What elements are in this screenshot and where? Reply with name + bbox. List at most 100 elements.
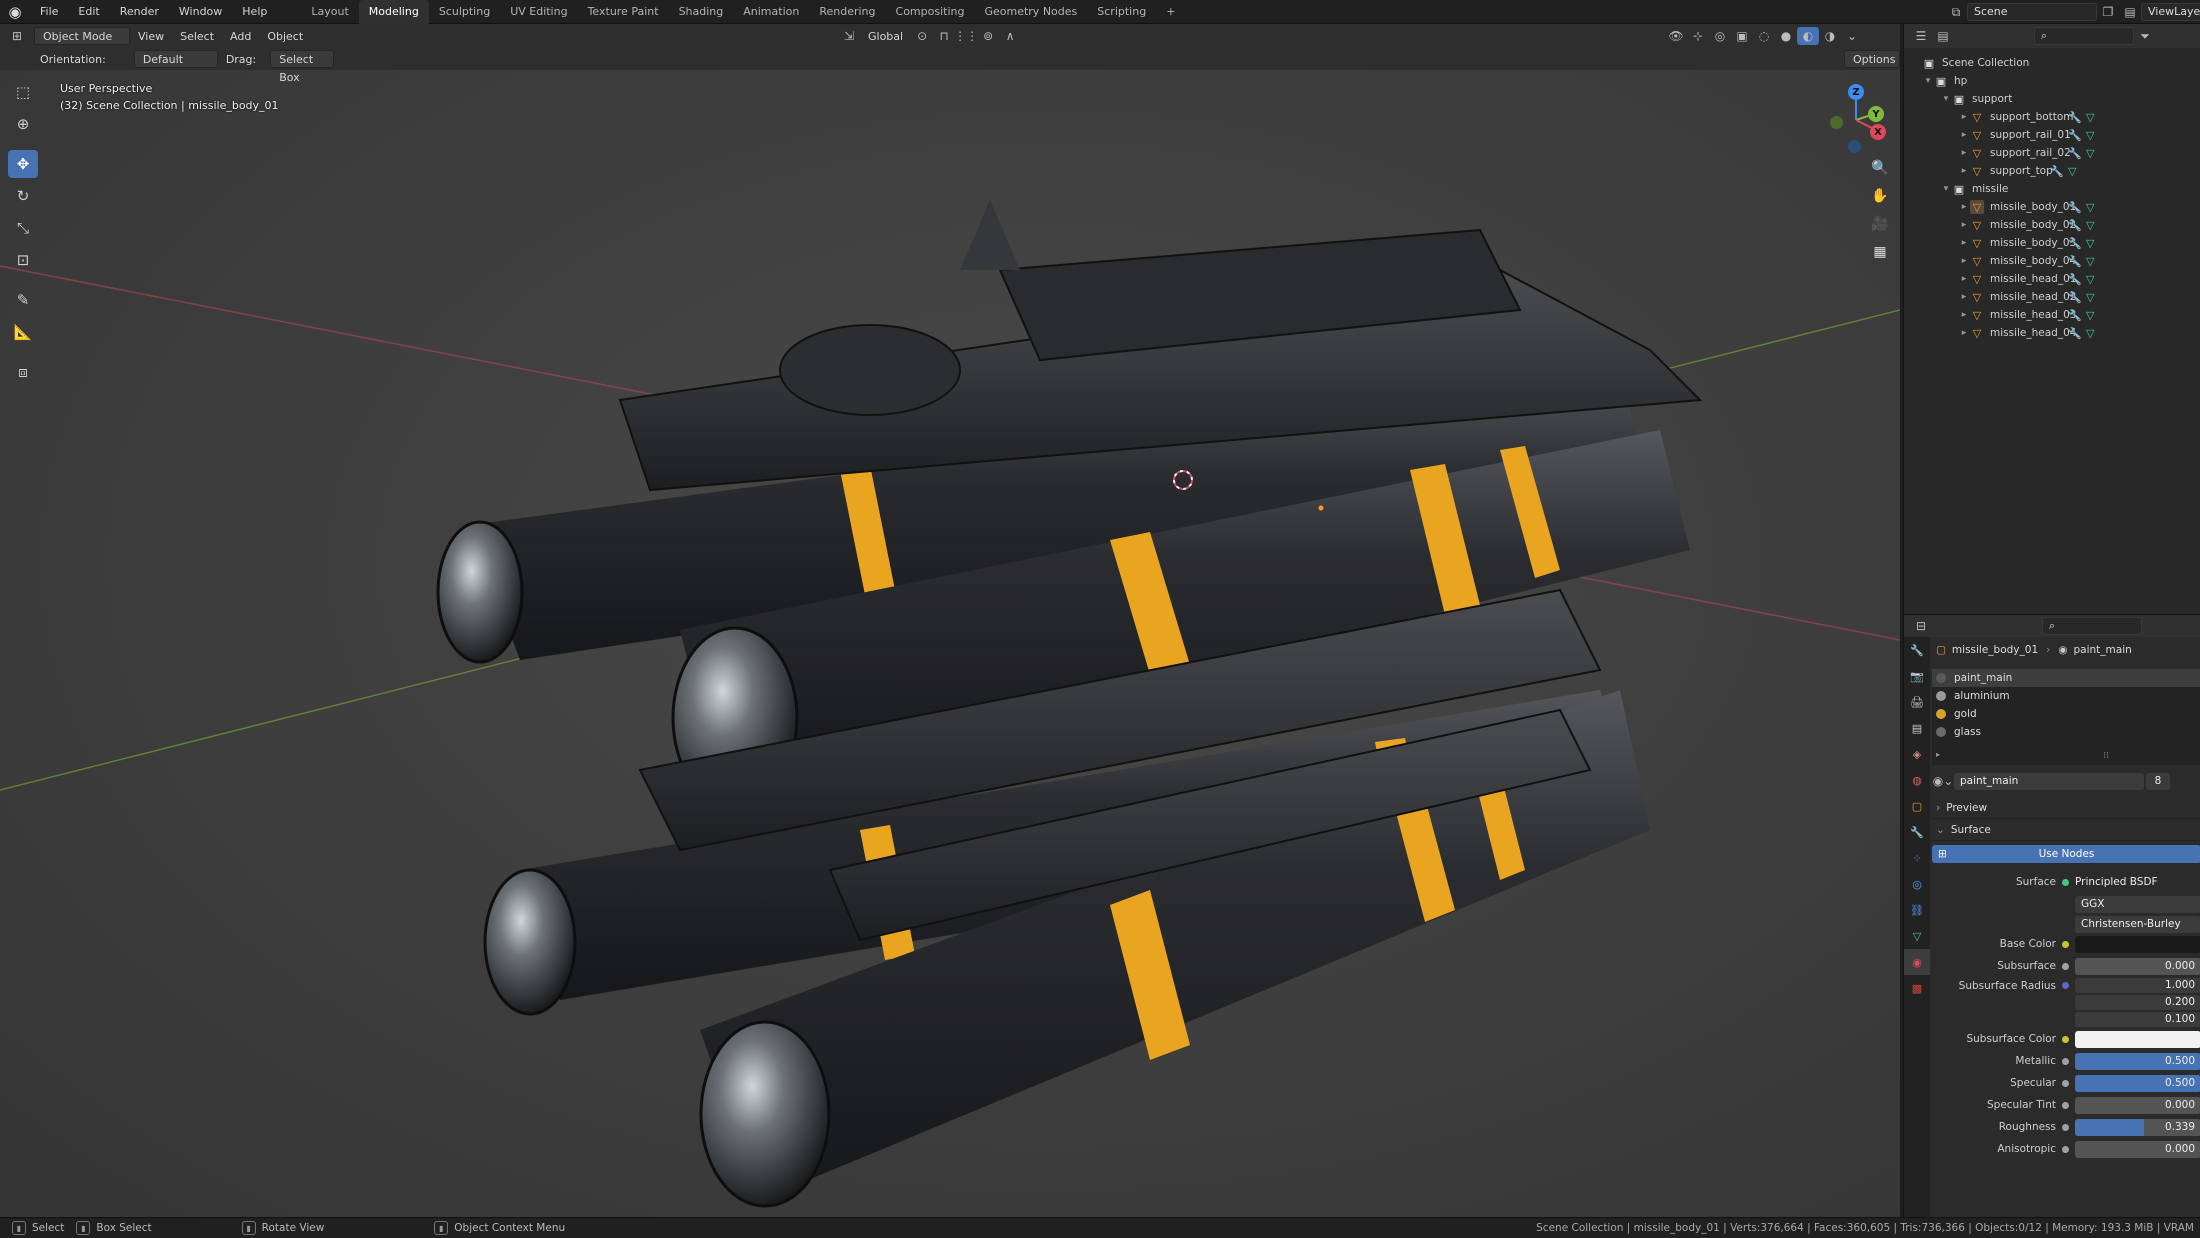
- modifier-icon[interactable]: 🔧: [2068, 147, 2082, 160]
- expand-right-icon[interactable]: ▸: [1958, 220, 1970, 230]
- param-value-field[interactable]: 1.000: [2075, 978, 2200, 993]
- mesh-data-icon[interactable]: ▽: [2086, 273, 2094, 286]
- outliner-row[interactable]: ▸ ▽ missile_head_04 🔧 ▽: [1904, 324, 2200, 342]
- properties-editor-icon[interactable]: ⊟: [1910, 617, 1932, 635]
- mesh-data-icon[interactable]: ▽: [2086, 327, 2094, 340]
- socket-icon[interactable]: [2062, 1016, 2069, 1023]
- modifier-icon[interactable]: 🔧: [2068, 237, 2082, 250]
- blender-logo-icon[interactable]: ◉: [0, 0, 30, 24]
- visibility-icon[interactable]: 👁: [1665, 27, 1687, 45]
- pivot-point-icon[interactable]: ⊙: [911, 27, 933, 45]
- socket-icon[interactable]: [2062, 962, 2069, 970]
- modifier-tab-icon[interactable]: 🔧: [1904, 819, 1930, 845]
- param-value-field[interactable]: 0.000: [2075, 957, 2200, 975]
- transform-space-selector[interactable]: Global: [860, 30, 911, 43]
- mesh-data-icon[interactable]: ▽: [2086, 291, 2094, 304]
- socket-icon[interactable]: [2062, 1123, 2069, 1131]
- shading-wireframe-icon[interactable]: ◌: [1753, 27, 1775, 45]
- shading-material-icon[interactable]: ◐: [1797, 27, 1819, 45]
- tab-modeling[interactable]: Modeling: [358, 0, 429, 24]
- param-value-field[interactable]: 0.100: [2075, 1012, 2200, 1027]
- gizmo-y-axis[interactable]: Y: [1868, 106, 1884, 122]
- display-mode-icon[interactable]: ▤: [1932, 27, 1954, 45]
- expand-right-icon[interactable]: ▸: [1958, 292, 1970, 302]
- expand-icon[interactable]: ▸: [1936, 750, 1940, 759]
- socket-icon[interactable]: [2062, 1145, 2069, 1153]
- object-tab-icon[interactable]: ▢: [1904, 793, 1930, 819]
- subsurface-method-dropdown[interactable]: Christensen-Burley: [2075, 915, 2200, 933]
- modifier-icon[interactable]: 🔧: [2068, 291, 2082, 304]
- annotate-tool-icon[interactable]: ✎: [8, 286, 38, 314]
- modifier-icon[interactable]: 🔧: [2068, 219, 2082, 232]
- outliner-editor-icon[interactable]: ☰: [1910, 27, 1932, 45]
- texture-tab-icon[interactable]: ▩: [1904, 975, 1930, 1001]
- add-workspace-button[interactable]: +: [1156, 0, 1185, 24]
- outliner-row[interactable]: ▸ ▽ support_rail_01 🔧 ▽: [1904, 126, 2200, 144]
- tab-texture-paint[interactable]: Texture Paint: [578, 0, 669, 24]
- param-value-field[interactable]: [2075, 1030, 2200, 1048]
- shading-rendered-icon[interactable]: ◑: [1819, 27, 1841, 45]
- modifier-icon[interactable]: 🔧: [2068, 327, 2082, 340]
- outliner-row[interactable]: ▾ ▣ hp: [1904, 72, 2200, 90]
- socket-icon[interactable]: [2062, 982, 2069, 989]
- material-tab-icon[interactable]: ◉: [1904, 949, 1930, 975]
- zoom-icon[interactable]: 🔍: [1866, 154, 1894, 182]
- outliner-search-input[interactable]: ⌕: [2034, 27, 2134, 45]
- modifier-icon[interactable]: 🔧: [2068, 201, 2082, 214]
- physics-tab-icon[interactable]: ◎: [1904, 871, 1930, 897]
- outliner-row[interactable]: ▸ ▽ missile_body_02 🔧 ▽: [1904, 216, 2200, 234]
- select-box-tool-icon[interactable]: ⬚: [8, 78, 38, 106]
- tool-tab-icon[interactable]: 🔧: [1904, 637, 1930, 663]
- material-slot[interactable]: aluminium: [1932, 687, 2200, 705]
- scene-tab-icon[interactable]: ◈: [1904, 741, 1930, 767]
- outliner-row[interactable]: ▸ ▽ support_top 🔧 ▽: [1904, 162, 2200, 180]
- socket-icon[interactable]: [2062, 999, 2069, 1006]
- 3d-viewport[interactable]: ⊞ Object Mode View Select Add Object ⇲ G…: [0, 24, 1900, 1217]
- world-tab-icon[interactable]: ◍: [1904, 767, 1930, 793]
- menu-window[interactable]: Window: [169, 0, 232, 24]
- editor-type-icon[interactable]: ⊞: [6, 27, 28, 45]
- scene-icon[interactable]: ⧉: [1945, 3, 1967, 21]
- view-layer-icon[interactable]: ▤: [2119, 3, 2141, 21]
- expand-right-icon[interactable]: ▸: [1958, 328, 1970, 338]
- param-value-field[interactable]: 0.200: [2075, 995, 2200, 1010]
- mesh-data-icon[interactable]: ▽: [2086, 219, 2094, 232]
- shading-options-icon[interactable]: ⌄: [1841, 27, 1863, 45]
- viewport-menu-view[interactable]: View: [130, 30, 172, 43]
- expand-right-icon[interactable]: ▸: [1958, 130, 1970, 140]
- material-slot[interactable]: gold: [1932, 705, 2200, 723]
- add-cube-tool-icon[interactable]: ⧈: [8, 358, 38, 386]
- socket-icon[interactable]: [2062, 940, 2069, 948]
- modifier-icon[interactable]: 🔧: [2068, 309, 2082, 322]
- expand-right-icon[interactable]: ▸: [1958, 202, 1970, 212]
- viewport-menu-add[interactable]: Add: [222, 30, 259, 43]
- mesh-data-icon[interactable]: ▽: [2086, 147, 2094, 160]
- expand-right-icon[interactable]: ▸: [1958, 274, 1970, 284]
- mesh-data-icon[interactable]: ▽: [2086, 237, 2094, 250]
- outliner-row[interactable]: ▸ ▽ support_rail_02 🔧 ▽: [1904, 144, 2200, 162]
- navigation-gizmo[interactable]: Z Y X: [1820, 78, 1900, 198]
- outliner-row[interactable]: ▸ ▽ missile_body_03 🔧 ▽: [1904, 234, 2200, 252]
- outliner-row[interactable]: ▾ ▣ missile: [1904, 180, 2200, 198]
- tab-rendering[interactable]: Rendering: [809, 0, 885, 24]
- outliner-row[interactable]: ▸ ▽ missile_head_03 🔧 ▽: [1904, 306, 2200, 324]
- expand-down-icon[interactable]: ▾: [1940, 184, 1952, 194]
- tab-compositing[interactable]: Compositing: [886, 0, 975, 24]
- cursor-tool-icon[interactable]: ⊕: [8, 110, 38, 138]
- expand-right-icon[interactable]: ▸: [1958, 238, 1970, 248]
- modifier-icon[interactable]: 🔧: [2068, 111, 2082, 124]
- param-value-field[interactable]: [2075, 935, 2200, 953]
- constraints-tab-icon[interactable]: ⛓: [1904, 897, 1930, 923]
- missile-launcher-model[interactable]: [0, 70, 1900, 1217]
- particles-tab-icon[interactable]: ⁘: [1904, 845, 1930, 871]
- tab-scripting[interactable]: Scripting: [1087, 0, 1156, 24]
- tab-geometry-nodes[interactable]: Geometry Nodes: [974, 0, 1087, 24]
- param-value-field[interactable]: 0.339: [2075, 1118, 2200, 1136]
- overlays-icon[interactable]: ◎: [1709, 27, 1731, 45]
- socket-icon[interactable]: [2062, 1101, 2069, 1109]
- tab-shading[interactable]: Shading: [669, 0, 734, 24]
- surface-panel-header[interactable]: ⌄ Surface: [1932, 819, 2200, 841]
- socket-icon[interactable]: [2062, 1057, 2069, 1065]
- properties-search-input[interactable]: ⌕: [2042, 617, 2142, 635]
- socket-icon[interactable]: [2062, 1079, 2069, 1087]
